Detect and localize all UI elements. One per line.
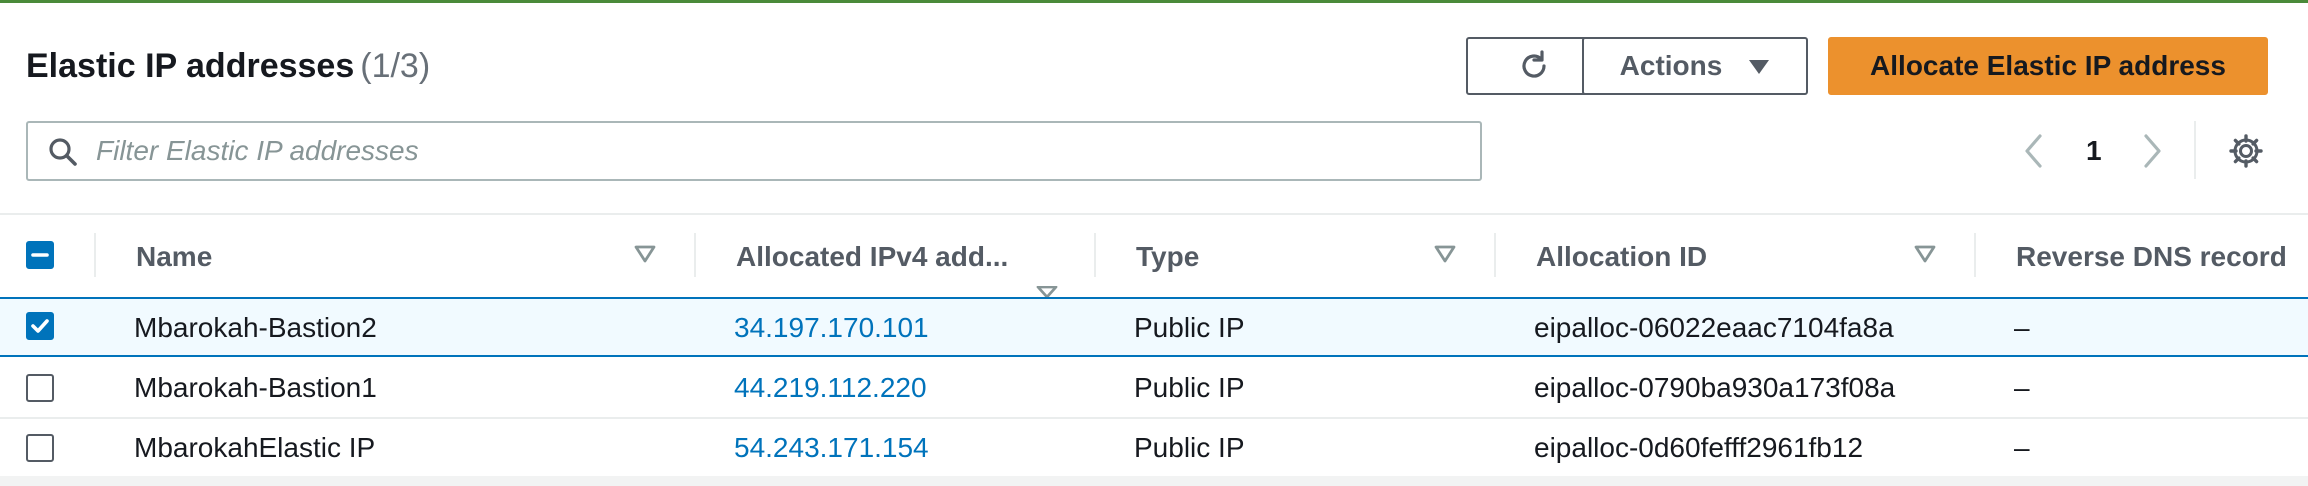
cell-allocation-id: eipalloc-0790ba930a173f08a (1534, 372, 1896, 403)
gear-icon (2229, 134, 2263, 168)
cell-type: Public IP (1134, 432, 1245, 463)
column-label: Allocation ID (1536, 241, 1708, 272)
column-label: Name (136, 241, 213, 272)
column-label: Type (1136, 241, 1200, 272)
preferences-button[interactable] (2228, 133, 2264, 174)
column-divider (1974, 233, 1976, 277)
allocate-label: Allocate Elastic IP address (1870, 50, 2226, 81)
current-page-number[interactable]: 1 (2086, 129, 2102, 173)
cell-name: MbarokahElastic IP (134, 432, 376, 463)
cell-type: Public IP (1134, 372, 1245, 403)
search-icon (48, 137, 78, 172)
sort-icon[interactable] (1914, 245, 1936, 268)
table-row[interactable]: Mbarokah-Bastion1 44.219.112.220 Public … (0, 359, 2308, 419)
cell-reverse-dns: – (2014, 432, 2030, 463)
minus-icon (31, 253, 49, 257)
selection-count: (1/3) (360, 47, 431, 85)
column-label: Allocated IPv4 add... (736, 241, 1009, 272)
column-divider (1494, 233, 1496, 277)
sort-icon[interactable] (634, 245, 656, 268)
cell-reverse-dns: – (2014, 372, 2030, 403)
table-row[interactable]: MbarokahElastic IP 54.243.171.154 Public… (0, 419, 2308, 479)
table-header: Name Allocated IPv4 add... Type Allocati… (0, 213, 2308, 299)
column-header-type[interactable]: Type (1136, 215, 1199, 299)
row-checkbox[interactable] (26, 312, 54, 340)
panel-bottom-edge (0, 476, 2308, 486)
table-row[interactable]: Mbarokah-Bastion2 34.197.170.101 Public … (0, 297, 2308, 357)
chevron-left-icon (2025, 134, 2042, 168)
previous-page-button[interactable] (2022, 129, 2044, 173)
cell-name: Mbarokah-Bastion1 (134, 372, 377, 403)
check-icon (31, 319, 49, 333)
cell-reverse-dns: – (2014, 312, 2030, 343)
row-checkbox[interactable] (26, 374, 54, 402)
page: Elastic IP addresses (1/3) Actions Alloca… (0, 0, 2308, 486)
cell-allocation-id: eipalloc-0d60fefff2961fb12 (1534, 432, 1864, 463)
search-input[interactable] (96, 131, 1456, 171)
column-header-name[interactable]: Name (136, 215, 212, 299)
pager-divider (2194, 121, 2196, 179)
page-title: Elastic IP addresses (1/3) (26, 47, 430, 86)
actions-dropdown-button[interactable]: Actions (1582, 37, 1808, 95)
column-divider (694, 233, 696, 277)
cell-name: Mbarokah-Bastion2 (134, 312, 377, 343)
caret-down-icon (1748, 50, 1770, 82)
cell-ip-link[interactable]: 44.219.112.220 (734, 359, 927, 417)
title-text: Elastic IP addresses (26, 47, 355, 85)
chevron-right-icon (2144, 134, 2161, 168)
filter-search-box[interactable] (26, 121, 1482, 181)
cell-ip-link[interactable]: 34.197.170.101 (734, 299, 929, 357)
column-label: Reverse DNS record (2016, 241, 2287, 272)
cell-allocation-id: eipalloc-06022eaac7104fa8a (1534, 312, 1894, 343)
select-all-checkbox[interactable] (26, 241, 54, 269)
column-header-reverse-dns[interactable]: Reverse DNS record (2016, 215, 2287, 299)
refresh-icon (1522, 50, 1546, 78)
cell-type: Public IP (1134, 312, 1245, 343)
allocate-elastic-ip-button[interactable]: Allocate Elastic IP address (1828, 37, 2268, 95)
cell-ip-link[interactable]: 54.243.171.154 (734, 419, 929, 477)
elastic-ip-panel: Elastic IP addresses (1/3) Actions Alloca… (0, 3, 2308, 486)
column-header-allocation-id[interactable]: Allocation ID (1536, 215, 1707, 299)
column-divider (1094, 233, 1096, 277)
row-checkbox[interactable] (26, 434, 54, 462)
actions-label: Actions (1619, 50, 1723, 81)
sort-icon[interactable] (1434, 245, 1456, 268)
column-header-allocated-ipv4[interactable]: Allocated IPv4 add... (736, 215, 1008, 299)
next-page-button[interactable] (2142, 129, 2164, 173)
column-divider (94, 233, 96, 277)
